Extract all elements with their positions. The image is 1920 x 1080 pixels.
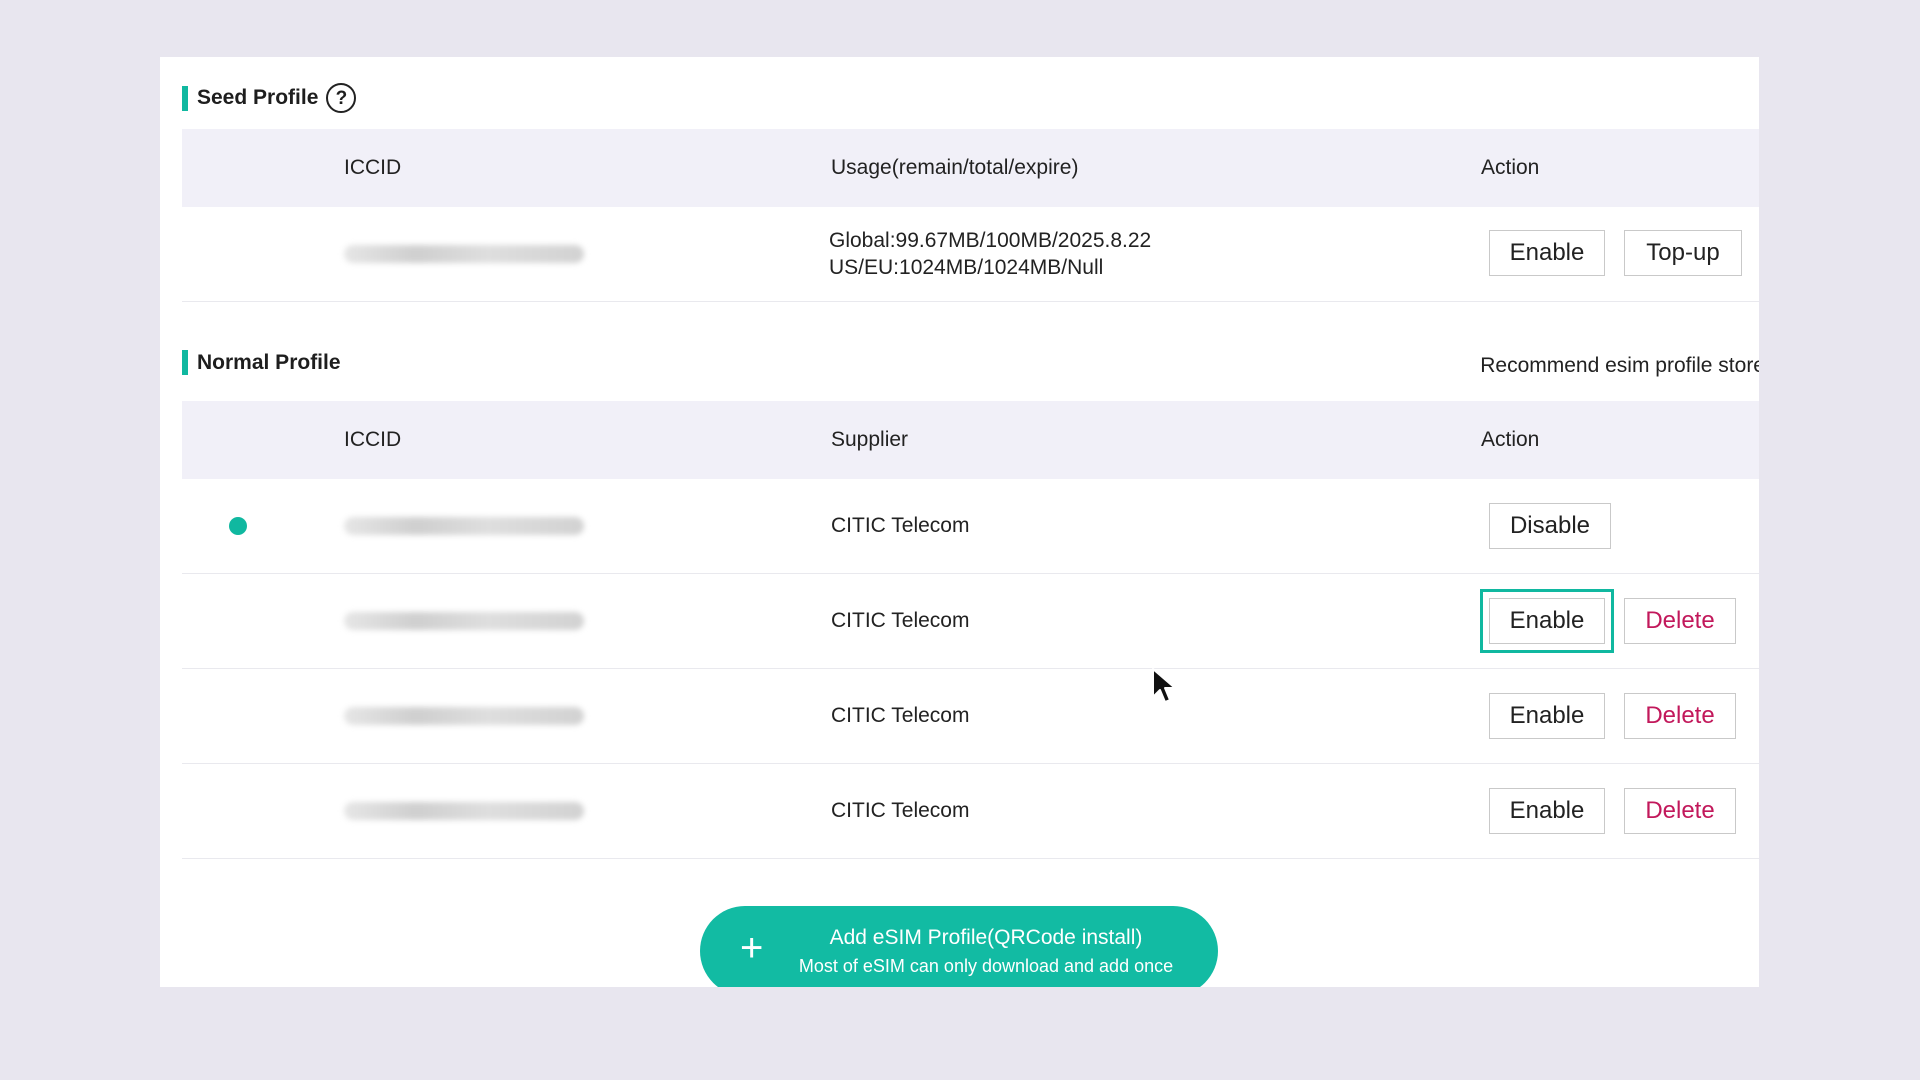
recommend-store-link[interactable]: Recommend esim profile store (1480, 354, 1759, 378)
active-dot-icon (229, 517, 247, 535)
supplier-cell: CITIC Telecom (831, 514, 970, 537)
table-row: CITIC Telecom Enable Delete (182, 669, 1759, 764)
header-supplier: Supplier (831, 428, 909, 451)
iccid-redacted (344, 802, 584, 820)
enable-button[interactable]: Enable (1480, 589, 1614, 653)
active-indicator-cell (229, 479, 247, 573)
normal-profile-label: Normal Profile (197, 350, 341, 374)
delete-button[interactable]: Delete (1624, 598, 1736, 644)
iccid-redacted (344, 245, 584, 263)
enable-button[interactable]: Enable (1489, 693, 1605, 739)
supplier-cell: CITIC Telecom (831, 799, 970, 822)
iccid-cell (344, 574, 584, 668)
iccid-cell (344, 669, 584, 763)
iccid-cell (344, 207, 584, 301)
header-usage: Usage(remain/total/expire) (831, 156, 1079, 179)
table-row: CITIC Telecom Disable (182, 479, 1759, 574)
seed-table-header: ICCID Usage(remain/total/expire) Action (182, 129, 1759, 207)
enable-button[interactable]: Enable (1489, 788, 1605, 834)
help-icon[interactable]: ? (326, 83, 357, 113)
supplier-cell: CITIC Telecom (831, 704, 970, 727)
profile-panel: Seed Profile ? ICCID Usage(remain/total/… (160, 57, 1759, 987)
add-esim-title: Add eSIM Profile(QRCode install) (829, 926, 1143, 949)
mouse-cursor-icon (1152, 668, 1176, 703)
seed-table-row: Global:99.67MB/100MB/2025.8.22 US/EU:102… (182, 207, 1759, 302)
add-esim-profile-button[interactable]: + Add eSIM Profile(QRCode install) Most … (700, 906, 1218, 987)
seed-profile-label: Seed Profile (197, 86, 319, 109)
iccid-redacted (344, 707, 584, 725)
seed-profile-title: Seed Profile ? (182, 83, 357, 113)
normal-table-header: ICCID Supplier Action (182, 401, 1759, 479)
header-action: Action (1481, 428, 1540, 451)
section-accent-bar (182, 350, 188, 375)
table-row: CITIC Telecom Enable Delete (182, 764, 1759, 859)
add-esim-subtitle: Most of eSIM can only download and add o… (798, 956, 1174, 976)
header-action: Action (1481, 156, 1540, 179)
disable-button[interactable]: Disable (1489, 503, 1611, 549)
table-row: CITIC Telecom Enable Delete (182, 574, 1759, 669)
topup-button[interactable]: Top-up (1624, 230, 1742, 276)
normal-profile-title: Normal Profile (182, 350, 341, 375)
usage-us-eu: US/EU:1024MB/1024MB/Null (829, 256, 1104, 279)
usage-cell: Global:99.67MB/100MB/2025.8.22 US/EU:102… (829, 207, 1151, 301)
header-iccid: ICCID (344, 428, 402, 451)
delete-button[interactable]: Delete (1624, 788, 1736, 834)
iccid-cell (344, 479, 584, 573)
iccid-redacted (344, 517, 584, 535)
section-accent-bar (182, 85, 188, 111)
seed-enable-button[interactable]: Enable (1489, 230, 1605, 276)
header-iccid: ICCID (344, 156, 402, 179)
supplier-cell: CITIC Telecom (831, 609, 970, 632)
iccid-cell (344, 764, 584, 858)
delete-button[interactable]: Delete (1624, 693, 1736, 739)
usage-global: Global:99.67MB/100MB/2025.8.22 (829, 229, 1152, 252)
iccid-redacted (344, 612, 584, 630)
